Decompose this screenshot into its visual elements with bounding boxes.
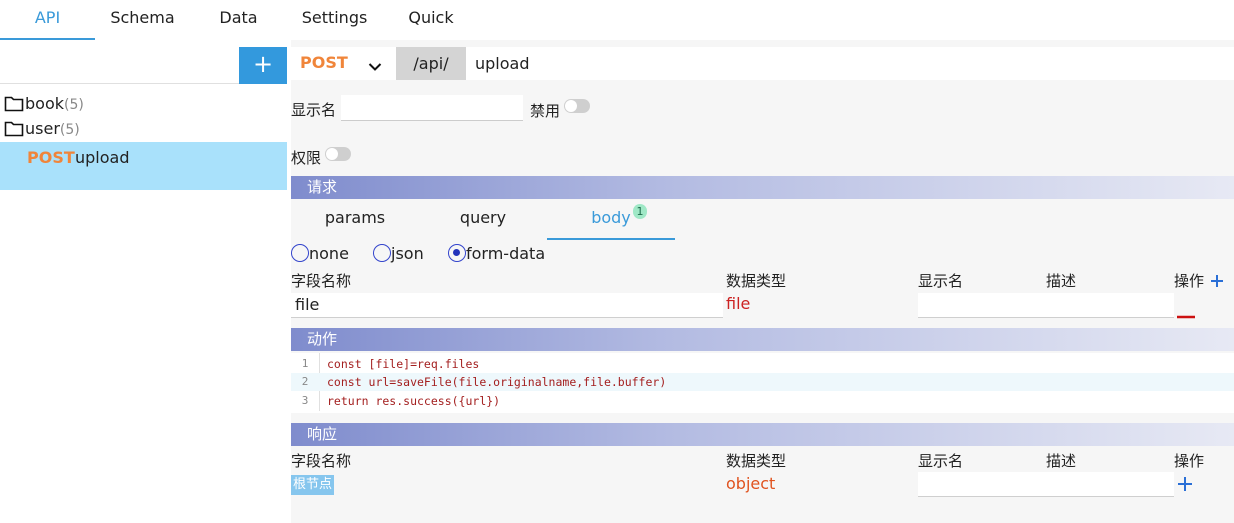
disabled-label: 禁用: [530, 102, 561, 120]
col-field-name: 字段名称: [291, 452, 352, 470]
col-field-name: 字段名称: [291, 272, 352, 290]
add-button[interactable]: +: [239, 47, 287, 84]
data-type-cell[interactable]: file: [726, 294, 750, 313]
sidebar-folder-book[interactable]: book(5): [4, 92, 84, 116]
action-section-header: 动作: [291, 328, 1234, 351]
line-number: 2: [301, 375, 309, 388]
tab-data[interactable]: Data: [190, 0, 287, 40]
sidebar: + book(5) user(5) POST upload: [0, 40, 287, 523]
folder-count: (5): [64, 97, 84, 113]
col-description: 描述: [1046, 272, 1077, 290]
sidebar-toolbar: +: [0, 47, 287, 84]
method-select[interactable]: POST: [291, 47, 396, 80]
code-text: return res.success({url}): [327, 394, 501, 408]
disabled-toggle[interactable]: [564, 99, 590, 113]
api-name: upload: [75, 148, 130, 167]
col-display-name: 显示名: [918, 272, 964, 290]
code-text: const url=saveFile(file.originalname,fil…: [327, 375, 667, 389]
tab-api[interactable]: API: [0, 0, 95, 40]
display-name-label: 显示名: [291, 101, 337, 119]
permission-toggle[interactable]: [325, 147, 351, 161]
url-bar: POST /api/: [291, 47, 1234, 80]
permission-label: 权限: [291, 149, 322, 167]
method-value: POST: [300, 53, 348, 72]
folder-count: (5): [59, 122, 80, 138]
chevron-down-icon: [368, 57, 382, 76]
request-tabs: params query body 1: [291, 203, 1234, 243]
col-operations: 操作: [1174, 452, 1205, 470]
radio-circle-icon: [373, 244, 391, 262]
col-description: 描述: [1046, 452, 1077, 470]
tab-settings[interactable]: Settings: [287, 0, 382, 40]
api-editor: POST /api/ 显示名 禁用 权限 请求 params query bod…: [291, 40, 1234, 523]
add-field-icon[interactable]: [1177, 476, 1193, 496]
folder-icon: [4, 119, 25, 138]
tab-query[interactable]: query: [419, 203, 547, 240]
folder-icon: [4, 94, 25, 113]
radio-label: json: [391, 244, 424, 263]
line-number: 3: [301, 394, 309, 407]
col-data-type: 数据类型: [726, 272, 787, 290]
display-name-cell[interactable]: [918, 293, 1174, 318]
folder-name: user: [25, 119, 60, 138]
response-section-header: 响应: [291, 423, 1234, 446]
path-input[interactable]: [466, 47, 1234, 80]
sidebar-folder-user[interactable]: user(5): [4, 117, 80, 141]
display-name-input[interactable]: [341, 95, 523, 121]
top-nav: API Schema Data Settings Quick: [0, 0, 1234, 40]
radio-form-data[interactable]: form-data: [448, 243, 545, 265]
add-field-icon[interactable]: [1210, 273, 1224, 292]
tab-body[interactable]: body: [547, 203, 675, 240]
radio-checked-icon: [448, 244, 466, 262]
url-prefix: /api/: [396, 47, 466, 80]
remove-field-icon[interactable]: [1177, 304, 1195, 323]
radio-circle-icon: [291, 244, 309, 262]
data-type-cell[interactable]: object: [726, 474, 775, 493]
col-operations: 操作: [1174, 272, 1205, 290]
code-text: const [file]=req.files: [327, 357, 480, 371]
code-line: 3 return res.success({url}): [291, 392, 1234, 410]
code-editor[interactable]: 1 const [file]=req.files 2 const url=sav…: [291, 353, 1234, 413]
code-line-active: 2 const url=saveFile(file.originalname,f…: [291, 373, 1234, 391]
tab-params[interactable]: params: [291, 203, 419, 240]
tab-schema[interactable]: Schema: [95, 0, 190, 40]
col-data-type: 数据类型: [726, 452, 787, 470]
radio-json[interactable]: json: [373, 243, 424, 265]
root-node-tag[interactable]: 根节点: [291, 475, 335, 495]
body-count-badge: 1: [633, 204, 647, 219]
api-method-badge: POST: [27, 148, 75, 167]
code-line: 1 const [file]=req.files: [291, 355, 1234, 373]
radio-none[interactable]: none: [291, 243, 349, 265]
display-name-cell[interactable]: [918, 472, 1174, 497]
request-section-header: 请求: [291, 176, 1234, 199]
radio-label: none: [309, 244, 349, 263]
field-name-cell[interactable]: file: [291, 293, 723, 318]
col-display-name: 显示名: [918, 452, 964, 470]
sidebar-api-item-upload[interactable]: POST upload: [0, 142, 287, 190]
radio-label: form-data: [466, 244, 546, 263]
folder-name: book: [25, 94, 64, 113]
line-number: 1: [301, 357, 309, 370]
tab-quick[interactable]: Quick: [382, 0, 480, 40]
